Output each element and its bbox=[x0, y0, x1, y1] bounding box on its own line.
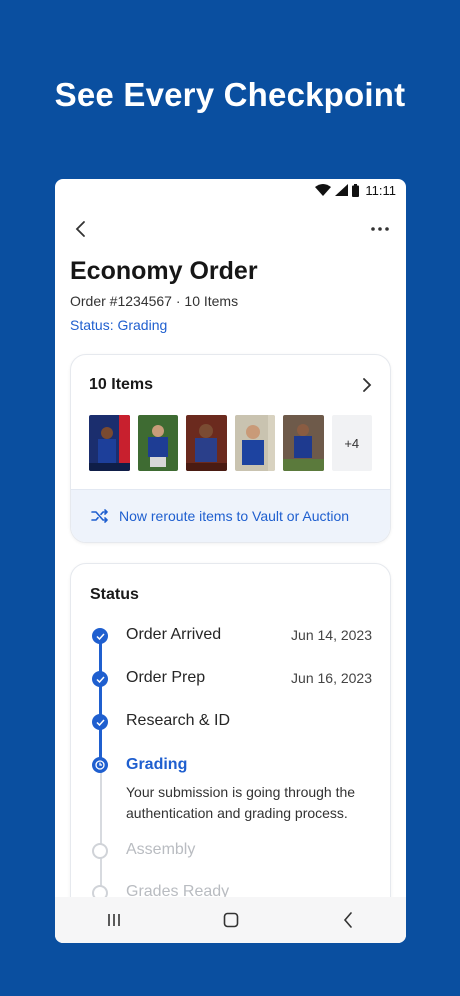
shuffle-icon bbox=[91, 509, 108, 523]
back-nav-icon[interactable] bbox=[336, 908, 360, 932]
home-icon[interactable] bbox=[219, 908, 243, 932]
step-label: Assembly bbox=[126, 841, 196, 858]
pending-circle-icon bbox=[92, 843, 108, 859]
top-app-bar bbox=[69, 217, 392, 241]
recent-apps-icon[interactable] bbox=[102, 908, 126, 932]
check-icon bbox=[92, 628, 108, 644]
more-options-icon[interactable] bbox=[368, 217, 392, 241]
status-card-title: Status bbox=[90, 586, 139, 603]
items-title: 10 Items bbox=[89, 376, 154, 393]
trading-card-image[interactable] bbox=[234, 415, 275, 471]
step-description: Your submission is going through the aut… bbox=[126, 784, 356, 821]
chevron-right-icon bbox=[363, 378, 372, 392]
reroute-link[interactable]: Now reroute items to Vault or Auction bbox=[71, 489, 390, 542]
status-bar: 11:11 bbox=[55, 179, 406, 201]
wifi-icon bbox=[315, 184, 332, 196]
step-date: Jun 16, 2023 bbox=[291, 670, 372, 686]
status-card: Status Order Arrived Jun 14, 2023 Order … bbox=[70, 563, 391, 943]
order-subtitle: Order #1234567 · 10 Items bbox=[70, 293, 239, 309]
back-arrow-icon[interactable] bbox=[69, 217, 93, 241]
step-label: Research & ID bbox=[126, 712, 231, 729]
page-headline: See Every Checkpoint bbox=[54, 76, 406, 113]
reroute-label: Now reroute items to Vault or Auction bbox=[119, 508, 350, 524]
trading-card-image[interactable] bbox=[89, 415, 130, 471]
trading-card-image[interactable] bbox=[283, 415, 324, 471]
item-thumbnails: +4 bbox=[71, 415, 390, 473]
android-nav-bar bbox=[55, 897, 406, 943]
clock: 11:11 bbox=[365, 182, 396, 198]
order-status: Status: Grading bbox=[70, 317, 168, 333]
battery-icon bbox=[352, 183, 360, 197]
phone-screen: 11:11 Economy Order Order #1234567 · 10 … bbox=[55, 179, 406, 943]
step-date: Jun 14, 2023 bbox=[291, 627, 372, 643]
clock-icon bbox=[92, 757, 108, 773]
step-label: Grading bbox=[126, 756, 188, 773]
more-items-badge[interactable]: +4 bbox=[331, 415, 372, 471]
check-icon bbox=[92, 714, 108, 730]
items-header[interactable]: 10 Items bbox=[71, 355, 390, 415]
signal-icon bbox=[335, 184, 349, 196]
check-icon bbox=[92, 671, 108, 687]
timeline-progress-line bbox=[99, 630, 102, 760]
step-label: Order Prep bbox=[126, 669, 206, 686]
page-title: Economy Order bbox=[70, 257, 258, 285]
items-card: 10 Items +4 Now reroute items to Vault o… bbox=[70, 354, 391, 543]
trading-card-image[interactable] bbox=[137, 415, 178, 471]
step-label: Order Arrived bbox=[126, 626, 222, 643]
trading-card-image[interactable] bbox=[186, 415, 227, 471]
